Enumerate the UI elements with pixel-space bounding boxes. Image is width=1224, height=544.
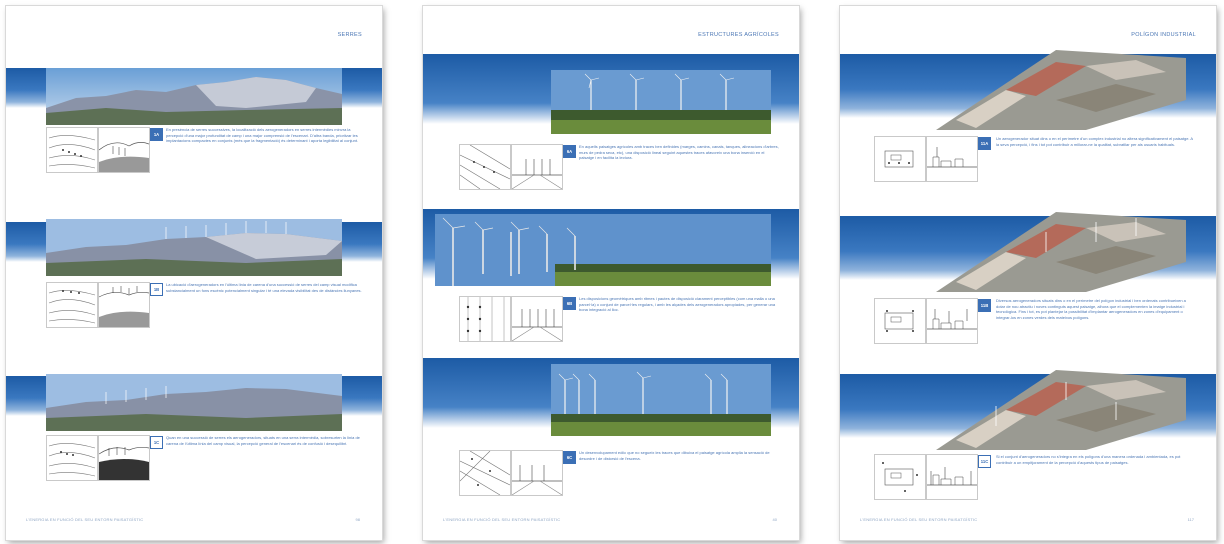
description: La ubicació d'aerogeneradors en l'última…	[166, 282, 362, 293]
code-badge: 11B	[978, 299, 991, 312]
code-badge: 6C	[563, 451, 576, 464]
page-number: 40	[772, 517, 777, 522]
turbine-photo-6a	[551, 70, 771, 134]
description: Un desenvolupament eòlic que no segueix …	[579, 450, 770, 461]
code-badge: 11A	[978, 137, 991, 150]
code-badge: 11C	[978, 455, 991, 468]
page-poligon-industrial: POLÍGON INDUSTRIAL 11A Un aerogenerador …	[840, 6, 1216, 540]
sketch-plan-6c	[459, 450, 511, 496]
page-serres: SERRES 1A En presència de serres success…	[6, 6, 382, 540]
sketch-profile-11b	[926, 298, 978, 344]
sketch-profile-6b	[511, 296, 563, 342]
sketch-plan-11a	[874, 136, 926, 182]
turbine-photo-6c	[551, 364, 771, 436]
sketch-profile-1a	[98, 127, 150, 173]
turbine-photo-6b	[435, 214, 771, 286]
sketch-profile-11a	[926, 136, 978, 182]
sketch-plan-1b	[46, 282, 98, 328]
description: Si el conjunt d'aerogeneradors no s'inte…	[996, 454, 1181, 465]
description: En presència de serres successives, la l…	[166, 127, 359, 144]
footer-text: L'ENERGIA EN FUNCIÓ DEL SEU ENTORN PAISA…	[26, 517, 144, 522]
code-badge: 1B	[150, 283, 163, 296]
code-badge: 6A	[563, 145, 576, 158]
sketch-profile-1c	[98, 435, 150, 481]
mountain-photo-1b	[46, 219, 342, 276]
industrial-photo-11b	[936, 212, 1186, 292]
sketch-profile-11c	[926, 454, 978, 500]
industrial-photo-11a	[936, 50, 1186, 130]
description: Quan en una successió de serres els aero…	[166, 435, 360, 446]
mountain-photo-1c	[46, 374, 342, 431]
industrial-photo-11c	[936, 370, 1186, 450]
sketch-plan-11b	[874, 298, 926, 344]
sketch-plan-1c	[46, 435, 98, 481]
page-estructures-agricoles: ESTRUCTURES AGRÍCOLES 6A En aquells pais…	[423, 6, 799, 540]
code-badge: 1A	[150, 128, 163, 141]
sketch-profile-6a	[511, 144, 563, 190]
description: Un aerogenerador situat dins o en el per…	[996, 136, 1193, 147]
page-number: 117	[1187, 517, 1194, 522]
page-title: SERRES	[337, 32, 362, 38]
description: Diversos aerogeneradors situats dins o e…	[996, 298, 1186, 321]
sketch-plan-6a	[459, 144, 511, 190]
page-title: ESTRUCTURES AGRÍCOLES	[698, 32, 779, 38]
page-number: 98	[355, 517, 360, 522]
page-title: POLÍGON INDUSTRIAL	[1131, 32, 1196, 38]
code-badge: 1C	[150, 436, 163, 449]
sketch-profile-1b	[98, 282, 150, 328]
sketch-plan-1a	[46, 127, 98, 173]
mountain-photo-1a	[46, 68, 342, 125]
sketch-profile-6c	[511, 450, 563, 496]
sketch-plan-6b	[459, 296, 511, 342]
sketch-plan-11c	[874, 454, 926, 500]
code-badge: 6B	[563, 297, 576, 310]
footer-text: L'ENERGIA EN FUNCIÓ DEL SEU ENTORN PAISA…	[860, 517, 978, 522]
description: En aquells paisatges agrícoles amb trace…	[579, 144, 779, 161]
footer-text: L'ENERGIA EN FUNCIÓ DEL SEU ENTORN PAISA…	[443, 517, 561, 522]
description: Les disposicions geomètriques amb ritmes…	[579, 296, 776, 313]
